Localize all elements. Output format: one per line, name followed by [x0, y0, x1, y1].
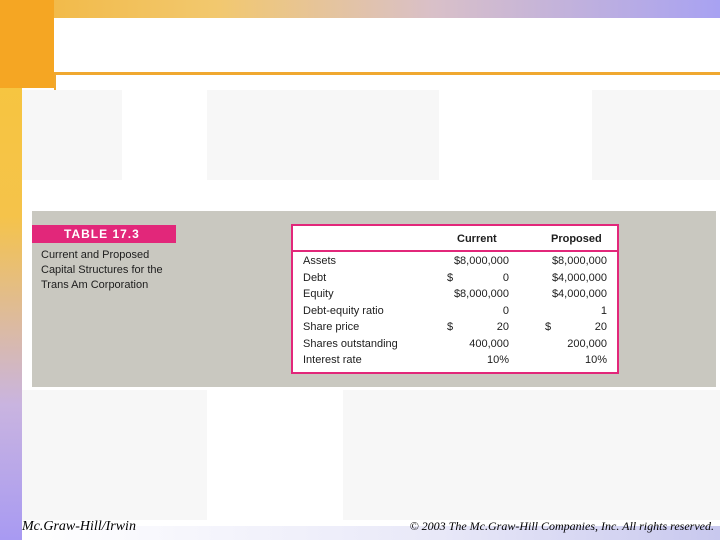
current-value: $8,000,000 [453, 255, 509, 267]
table-figure: TABLE 17.3 Current and Proposed Capital … [32, 211, 716, 387]
footer-publisher: Mc.Graw-Hill/Irwin [22, 519, 136, 534]
proposed-value: 1 [600, 304, 607, 317]
table-body: Assets $8,000,000 $8,000,000 Debt $0 $4,… [293, 255, 617, 371]
row-label: Share price [303, 321, 360, 333]
table-row: Assets $8,000,000 $8,000,000 [293, 255, 617, 272]
current-value: 20 [496, 321, 509, 333]
background-ghost-block [22, 390, 207, 520]
column-header-proposed: Proposed [551, 233, 602, 245]
table-row: Equity $8,000,000 $4,000,000 [293, 288, 617, 305]
background-ghost-block [592, 90, 720, 180]
data-table: Current Proposed Assets $8,000,000 $8,00… [291, 224, 619, 374]
row-label: Equity [303, 288, 334, 300]
background-ghost-block [207, 90, 439, 180]
table-row: Debt $0 $4,000,000 [293, 272, 617, 289]
current-value: $8,000,000 [453, 288, 509, 300]
current-value: 400,000 [469, 337, 509, 350]
table-row: Shares outstanding 400,000 200,000 [293, 338, 617, 355]
row-label: Debt-equity ratio [303, 304, 384, 317]
background-ghost-block [343, 390, 720, 520]
row-label: Shares outstanding [303, 337, 398, 350]
proposed-value: 200,000 [567, 337, 607, 350]
table-caption: Current and Proposed Capital Structures … [41, 249, 163, 291]
corner-accent-square [0, 0, 54, 88]
proposed-value: $4,000,000 [551, 288, 607, 300]
table-row: Interest rate 10% 10% [293, 354, 617, 371]
current-value: 0 [502, 304, 509, 317]
current-value: 0 [502, 271, 509, 284]
footer-copyright: © 2003 The Mc.Graw-Hill Companies, Inc. … [409, 519, 714, 533]
proposed-symbol: $ [545, 321, 552, 333]
background-ghost-block [22, 90, 122, 180]
row-label: Assets [303, 255, 337, 267]
current-symbol: $ [447, 321, 454, 333]
table-row: Debt-equity ratio 0 1 [293, 305, 617, 322]
current-symbol: $ [447, 271, 454, 284]
proposed-value: $8,000,000 [551, 255, 607, 267]
table-header: Current Proposed [293, 226, 617, 252]
proposed-value: 10% [584, 354, 607, 366]
table-row: Share price $20 $20 [293, 321, 617, 338]
row-label: Debt [303, 271, 327, 284]
proposed-value: $4,000,000 [551, 271, 607, 284]
column-header-current: Current [457, 233, 497, 245]
row-label: Interest rate [303, 354, 362, 366]
table-badge: TABLE 17.3 [32, 225, 176, 243]
current-value: 10% [486, 354, 509, 366]
title-underline [54, 72, 720, 75]
top-gradient-band [0, 0, 720, 18]
proposed-value: 20 [594, 321, 607, 333]
